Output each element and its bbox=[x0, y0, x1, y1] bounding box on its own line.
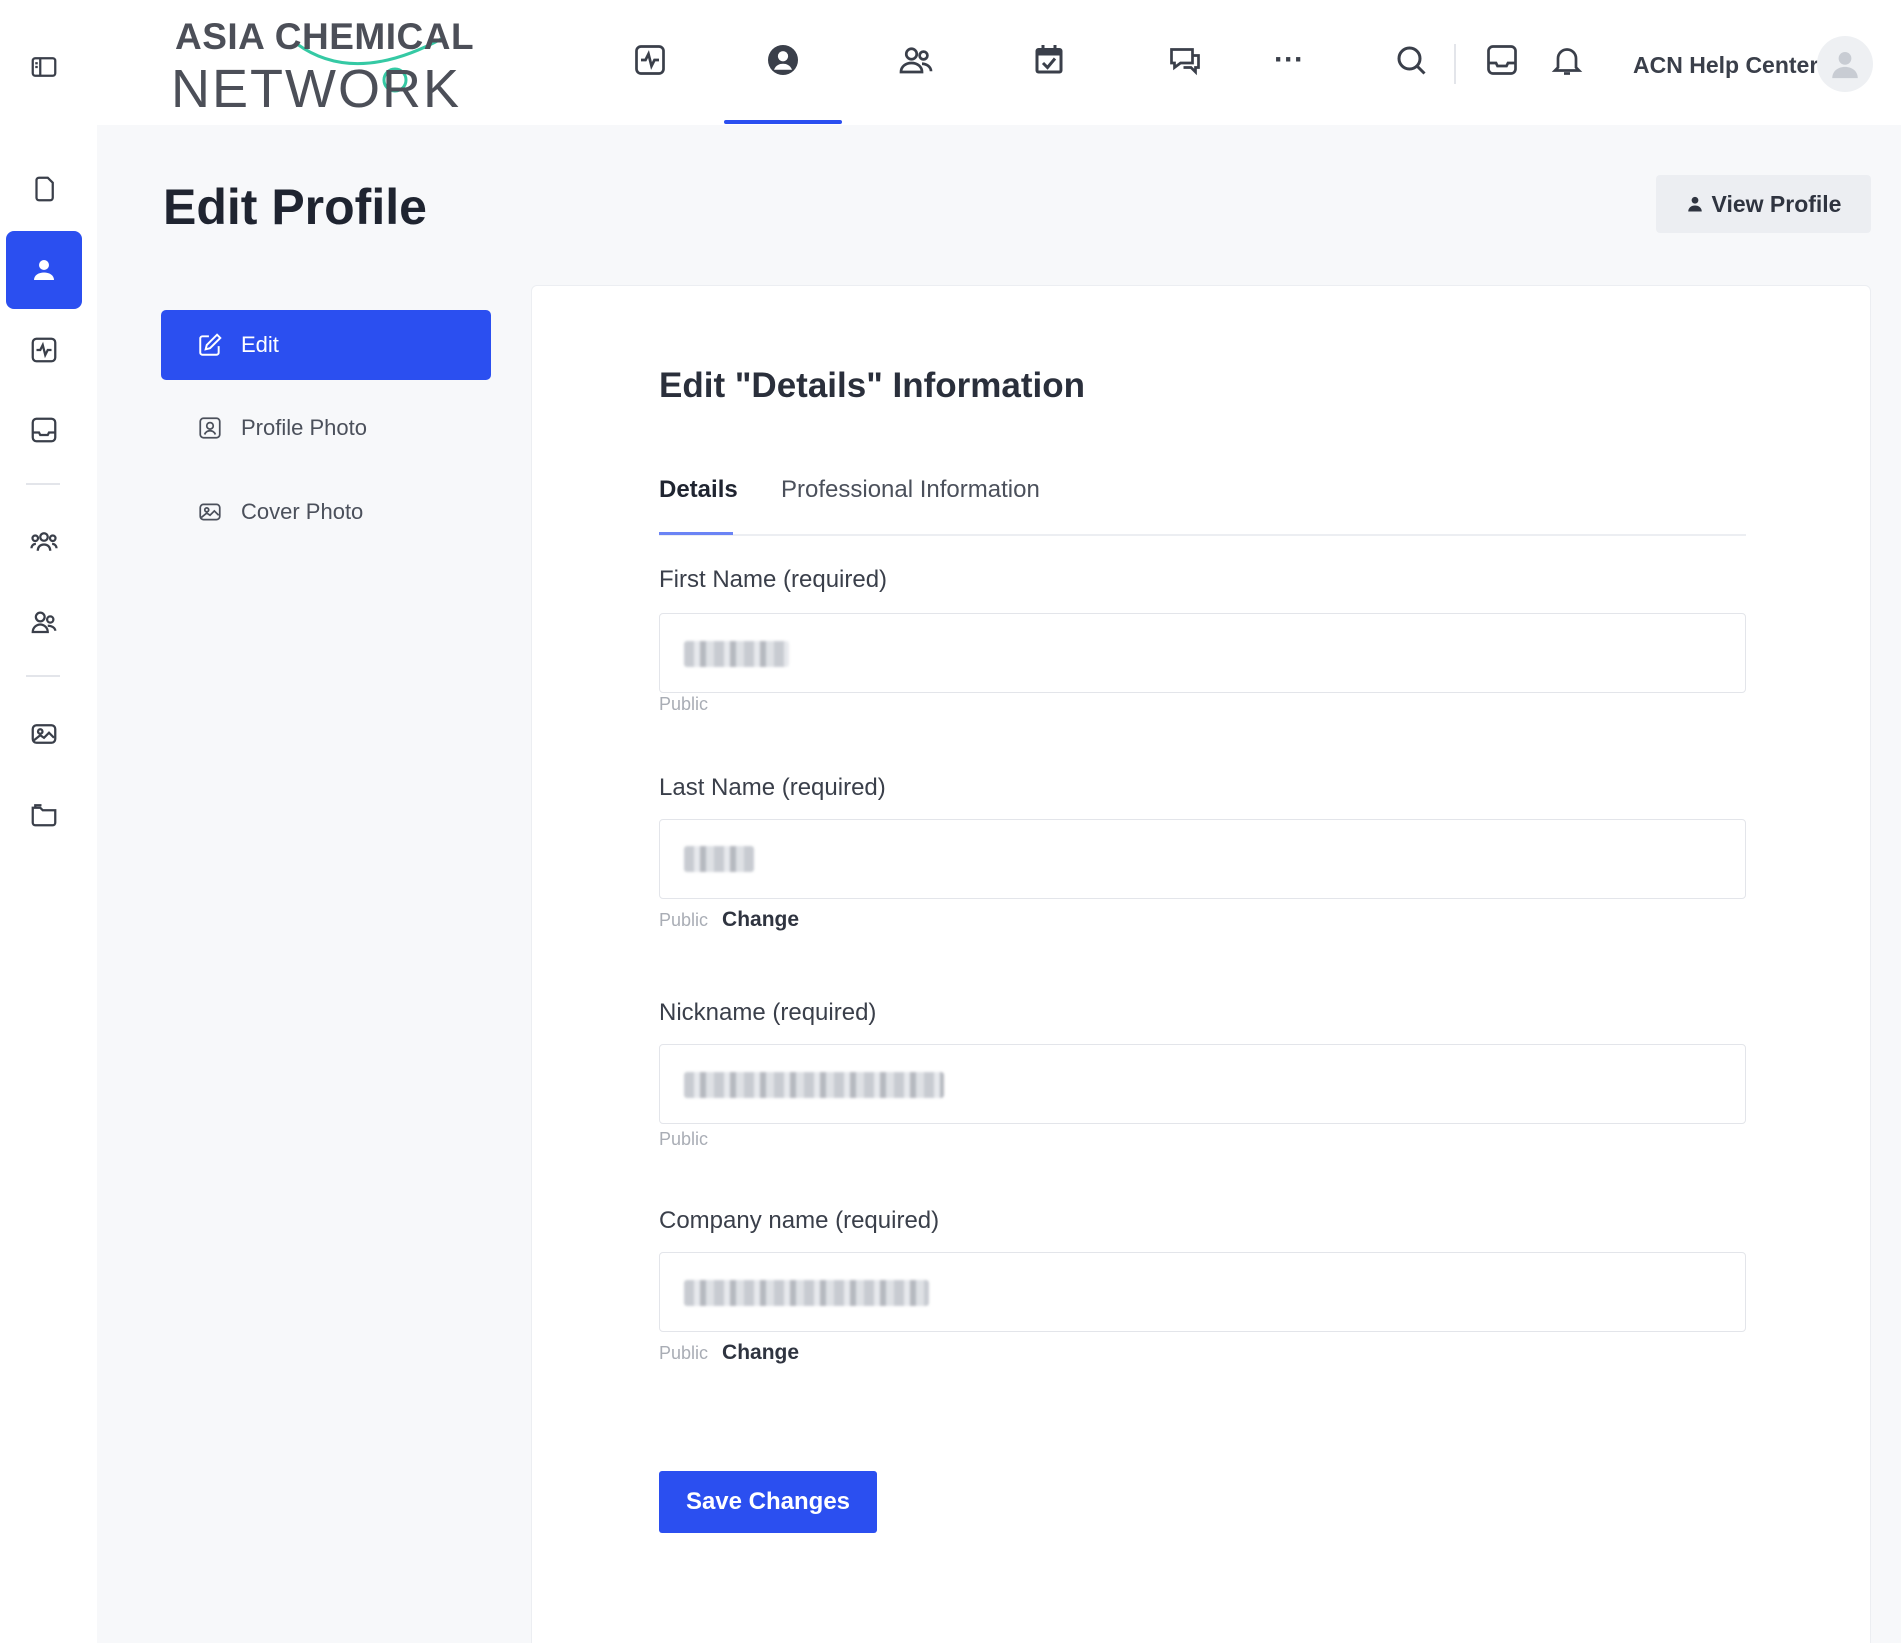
visibility-label: Public bbox=[659, 910, 709, 930]
nav-messages-icon[interactable] bbox=[1155, 30, 1215, 90]
logo-line-2: NETWORK bbox=[171, 59, 461, 119]
nav-activity-icon[interactable] bbox=[620, 30, 680, 90]
avatar-placeholder-icon bbox=[1832, 51, 1858, 79]
subnav-item-label: Cover Photo bbox=[241, 499, 364, 524]
page-title: Edit Profile bbox=[163, 179, 427, 235]
photos-icon[interactable] bbox=[6, 695, 82, 773]
edit-icon bbox=[199, 333, 222, 356]
last-name-label: Last Name (required) bbox=[659, 774, 886, 801]
inbox-icon[interactable] bbox=[6, 391, 82, 469]
company-name-meta: Public Change bbox=[659, 1341, 799, 1365]
view-profile-label: View Profile bbox=[1711, 190, 1842, 217]
page-content: Edit Profile View Profile Edit Profile P… bbox=[97, 125, 1901, 1643]
groups-icon[interactable] bbox=[6, 503, 82, 581]
subnav-item-label: Edit bbox=[241, 332, 279, 357]
top-divider bbox=[1454, 44, 1456, 84]
visibility-label: Public bbox=[659, 694, 709, 714]
folder-icon[interactable] bbox=[6, 775, 82, 853]
nav-more-icon[interactable]: ··· bbox=[1259, 30, 1319, 90]
panel-toggle-icon[interactable] bbox=[6, 28, 82, 106]
nickname-redacted-value bbox=[684, 1072, 944, 1098]
active-nav-underline bbox=[724, 120, 842, 124]
activity-icon[interactable] bbox=[6, 311, 82, 389]
inbox-icon[interactable] bbox=[1472, 30, 1532, 90]
rail-divider bbox=[26, 483, 60, 485]
nickname-label: Nickname (required) bbox=[659, 999, 877, 1026]
rail-divider bbox=[26, 675, 60, 677]
visibility-label: Public bbox=[659, 1343, 709, 1363]
profile-photo-icon bbox=[199, 417, 221, 439]
active-tab-underline bbox=[659, 532, 733, 535]
nav-calendar-icon[interactable] bbox=[1019, 30, 1079, 90]
bell-icon[interactable] bbox=[1537, 30, 1597, 90]
visibility-label: Public bbox=[659, 1129, 709, 1149]
top-bar: ASIA CHEMICAL NETWORK ··· ACN Help Cente… bbox=[97, 0, 1901, 125]
tab-details[interactable]: Details bbox=[659, 476, 738, 504]
user-icon bbox=[1687, 196, 1702, 212]
first-name-redacted-value bbox=[684, 641, 789, 667]
document-icon[interactable] bbox=[6, 150, 82, 228]
last-name-input[interactable] bbox=[659, 819, 1746, 899]
company-name-label: Company name (required) bbox=[659, 1207, 940, 1234]
help-center-link[interactable]: ACN Help Center bbox=[1633, 52, 1818, 79]
search-icon[interactable] bbox=[1381, 30, 1441, 90]
form-title: Edit "Details" Information bbox=[659, 366, 1085, 405]
last-name-redacted-value bbox=[684, 846, 754, 872]
subnav-item-profile-photo[interactable]: Profile Photo bbox=[161, 393, 491, 463]
first-name-meta: Public bbox=[659, 694, 708, 715]
left-rail bbox=[0, 0, 97, 1643]
edit-details-card: Edit "Details" Information Details Profe… bbox=[531, 285, 1871, 1643]
subnav-item-edit[interactable]: Edit bbox=[161, 310, 491, 380]
nav-profile-icon[interactable] bbox=[753, 30, 813, 90]
first-name-input[interactable] bbox=[659, 613, 1746, 693]
friends-icon[interactable] bbox=[6, 583, 82, 661]
first-name-label: First Name (required) bbox=[659, 566, 888, 593]
nickname-meta: Public bbox=[659, 1129, 708, 1150]
change-visibility-link[interactable]: Change bbox=[722, 908, 799, 932]
logo-line-1: ASIA CHEMICAL bbox=[175, 16, 475, 57]
profile-icon[interactable] bbox=[6, 231, 82, 309]
user-avatar[interactable] bbox=[1817, 36, 1873, 92]
subnav-item-cover-photo[interactable]: Cover Photo bbox=[161, 477, 491, 547]
cover-photo-icon bbox=[199, 503, 221, 521]
nav-members-icon[interactable] bbox=[886, 30, 946, 90]
change-visibility-link[interactable]: Change bbox=[722, 1341, 799, 1365]
company-name-redacted-value bbox=[684, 1280, 929, 1306]
view-profile-button[interactable]: View Profile bbox=[1656, 175, 1871, 233]
tab-professional-information[interactable]: Professional Information bbox=[781, 476, 1040, 504]
last-name-meta: Public Change bbox=[659, 908, 799, 932]
form-tabs: Details Professional Information bbox=[659, 476, 1746, 536]
site-logo[interactable]: ASIA CHEMICAL NETWORK bbox=[171, 16, 475, 119]
save-changes-button[interactable]: Save Changes bbox=[659, 1471, 877, 1533]
subnav-item-label: Profile Photo bbox=[241, 415, 367, 440]
